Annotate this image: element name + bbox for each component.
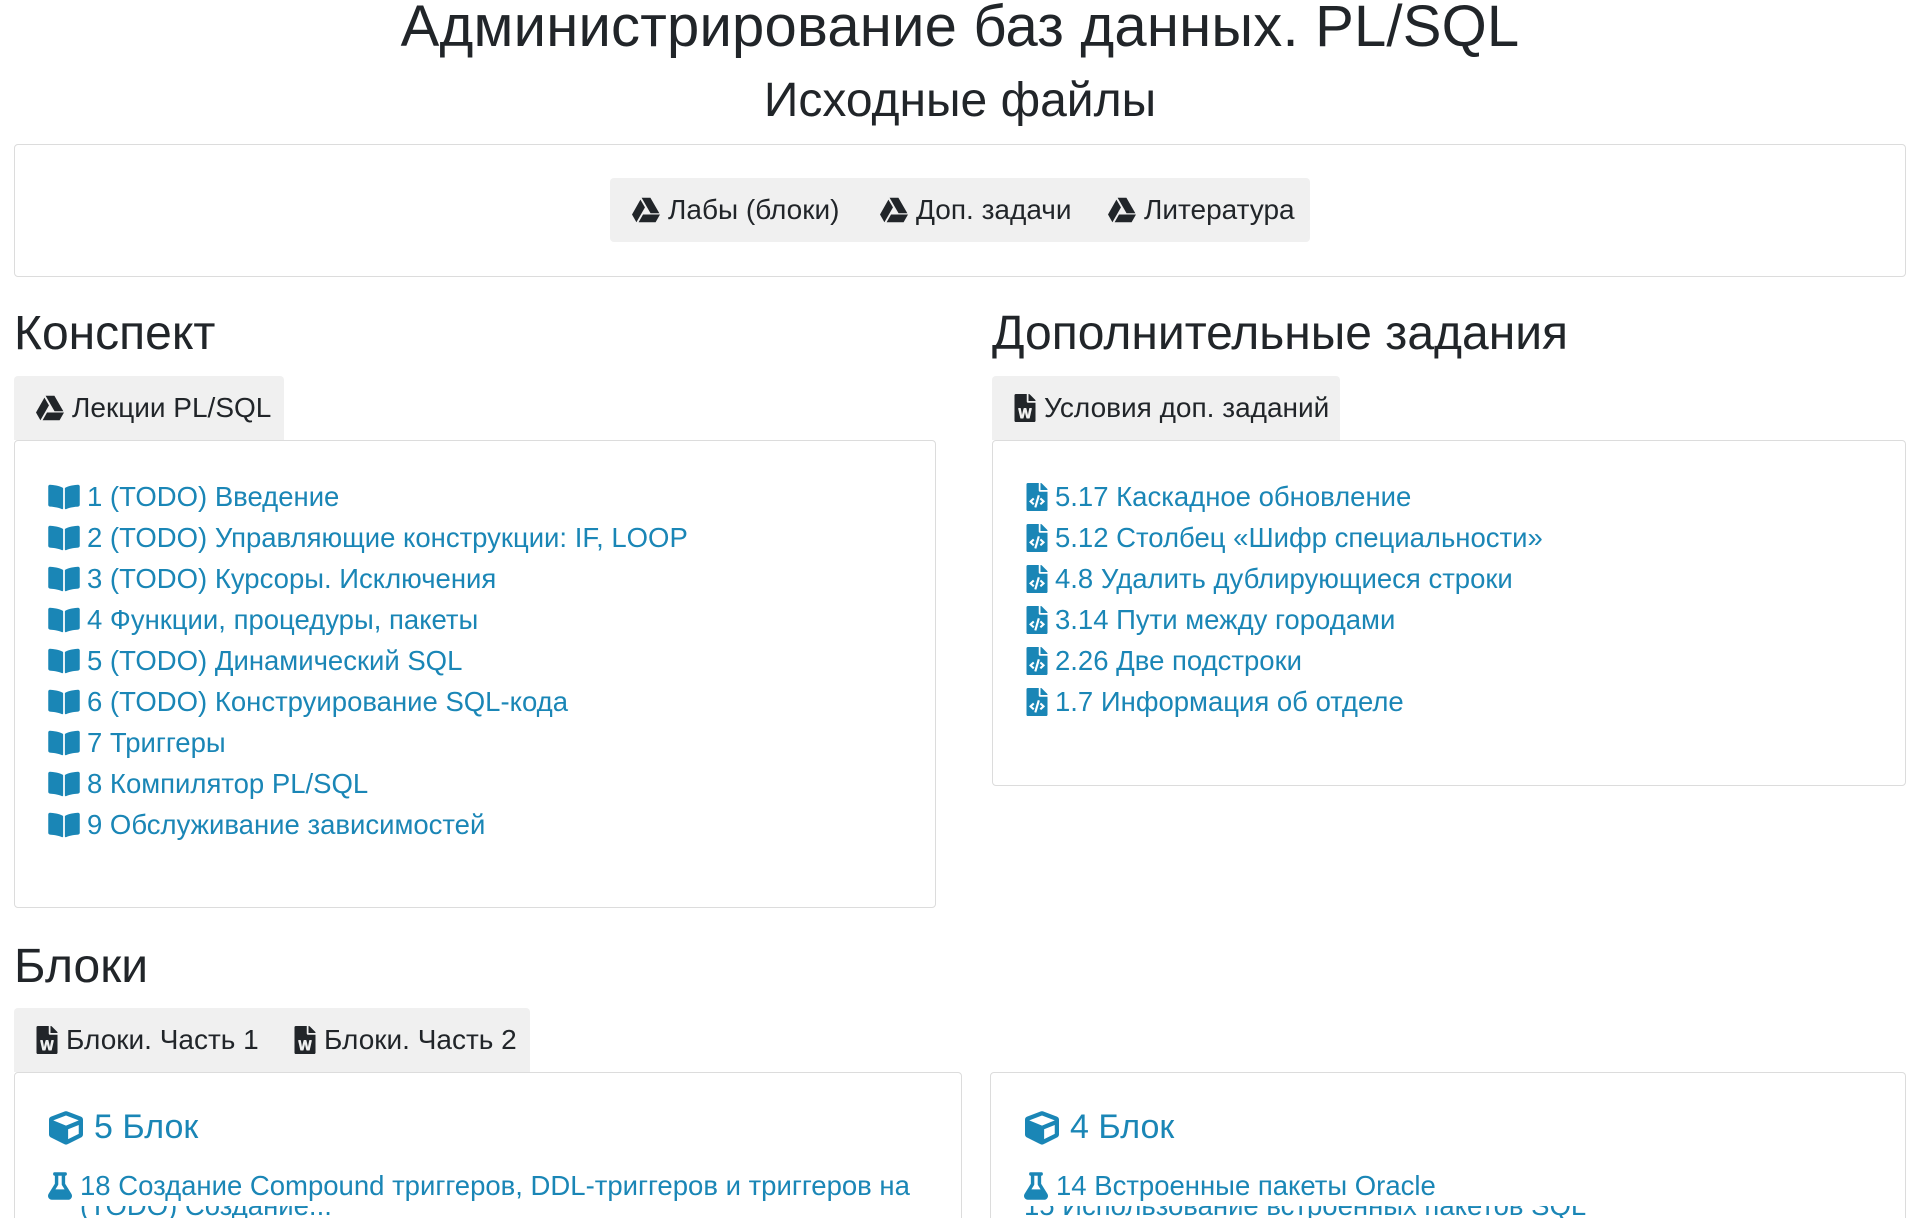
lecture-link[interactable]: 2 (TODO) Управляющие конструкции: IF, LO… — [48, 517, 688, 558]
open-book-icon — [48, 524, 80, 552]
lab-link[interactable]: 18 Создание Compound триггеров, DDL-триг… — [48, 1170, 910, 1202]
cube-icon — [48, 1111, 84, 1145]
task-link[interactable]: 3.14 Пути между городами — [1026, 599, 1543, 640]
lectures-plsql-button[interactable]: Лекции PL/SQL — [14, 376, 284, 440]
labs-blocks-button[interactable]: Лабы (блоки) — [610, 178, 858, 242]
code-file-icon — [1026, 565, 1048, 593]
lecture-link[interactable]: 9 Обслуживание зависимостей — [48, 804, 688, 845]
task-link[interactable]: 5.12 Столбец «Шифр специальности» — [1026, 517, 1543, 558]
google-drive-icon — [1108, 196, 1136, 224]
flask-icon — [48, 1172, 72, 1200]
labs-blocks-label: Лабы (блоки) — [668, 194, 840, 225]
code-file-icon — [1026, 483, 1048, 511]
lectures-plsql-label: Лекции PL/SQL — [72, 392, 272, 423]
konspekt-heading: Конспект — [14, 307, 216, 360]
google-drive-icon — [36, 394, 64, 422]
extra-tasks-list: 5.17 Каскадное обновление 5.12 Столбец «… — [1026, 476, 1543, 722]
open-book-icon — [48, 483, 80, 511]
page-subtitle: Исходные файлы — [763, 74, 1157, 127]
flask-icon — [1024, 1172, 1048, 1200]
lecture-link[interactable]: 5 (TODO) Динамический SQL — [48, 640, 688, 681]
open-book-icon — [48, 647, 80, 675]
word-document-icon — [1014, 394, 1036, 422]
extra-tasks-button[interactable]: Доп. задачи — [858, 178, 1086, 242]
page-title: Администрирование баз данных. PL/SQL — [400, 0, 1520, 59]
extra-tasks-conditions-button[interactable]: Условия доп. заданий — [992, 376, 1340, 440]
blocks-part2-button[interactable]: Блоки. Часть 2 — [272, 1008, 530, 1072]
code-file-icon — [1026, 524, 1048, 552]
code-file-icon — [1026, 606, 1048, 634]
lab-link-cut[interactable]: 15 Использование встроенных пакетов SQL — [1024, 1206, 1824, 1218]
lecture-link[interactable]: 6 (TODO) Конструирование SQL-кода — [48, 681, 688, 722]
blocks-part1-label: Блоки. Часть 1 — [66, 1024, 259, 1055]
task-link[interactable]: 1.7 Информация об отделе — [1026, 681, 1543, 722]
literature-label: Литература — [1144, 194, 1295, 225]
open-book-icon — [48, 770, 80, 798]
blocks-heading: Блоки — [14, 940, 149, 993]
extra-tasks-conditions-label: Условия доп. заданий — [1044, 392, 1330, 423]
code-file-icon — [1026, 647, 1048, 675]
block-4-title-link[interactable]: 4 Блок — [1024, 1108, 1174, 1147]
open-book-icon — [48, 729, 80, 757]
lecture-link[interactable]: 3 (TODO) Курсоры. Исключения — [48, 558, 688, 599]
page: Администрирование баз данных. PL/SQL Исх… — [0, 0, 1920, 1218]
word-document-icon — [294, 1026, 316, 1054]
lecture-link[interactable]: 1 (TODO) Введение — [48, 476, 688, 517]
lab-link-cut[interactable]: (TODO) Создание... — [80, 1206, 880, 1218]
lecture-link[interactable]: 7 Триггеры — [48, 722, 688, 763]
block-5-title-link[interactable]: 5 Блок — [48, 1108, 198, 1147]
code-file-icon — [1026, 688, 1048, 716]
open-book-icon — [48, 565, 80, 593]
google-drive-icon — [880, 196, 908, 224]
extra-tasks-label: Доп. задачи — [916, 194, 1072, 225]
task-link[interactable]: 5.17 Каскадное обновление — [1026, 476, 1543, 517]
lecture-link[interactable]: 8 Компилятор PL/SQL — [48, 763, 688, 804]
task-link[interactable]: 2.26 Две подстроки — [1026, 640, 1543, 681]
extra-tasks-heading: Дополнительные задания — [992, 307, 1569, 360]
literature-button[interactable]: Литература — [1086, 178, 1310, 242]
google-drive-icon — [632, 196, 660, 224]
open-book-icon — [48, 606, 80, 634]
blocks-part2-label: Блоки. Часть 2 — [324, 1024, 517, 1055]
task-link[interactable]: 4.8 Удалить дублирующиеся строки — [1026, 558, 1543, 599]
cube-icon — [1024, 1111, 1060, 1145]
lab-link[interactable]: 14 Встроенные пакеты Oracle — [1024, 1170, 1436, 1202]
konspekt-list: 1 (TODO) Введение 2 (TODO) Управляющие к… — [48, 476, 688, 845]
open-book-icon — [48, 811, 80, 839]
word-document-icon — [36, 1026, 58, 1054]
blocks-part1-button[interactable]: Блоки. Часть 1 — [14, 1008, 272, 1072]
open-book-icon — [48, 688, 80, 716]
lecture-link[interactable]: 4 Функции, процедуры, пакеты — [48, 599, 688, 640]
